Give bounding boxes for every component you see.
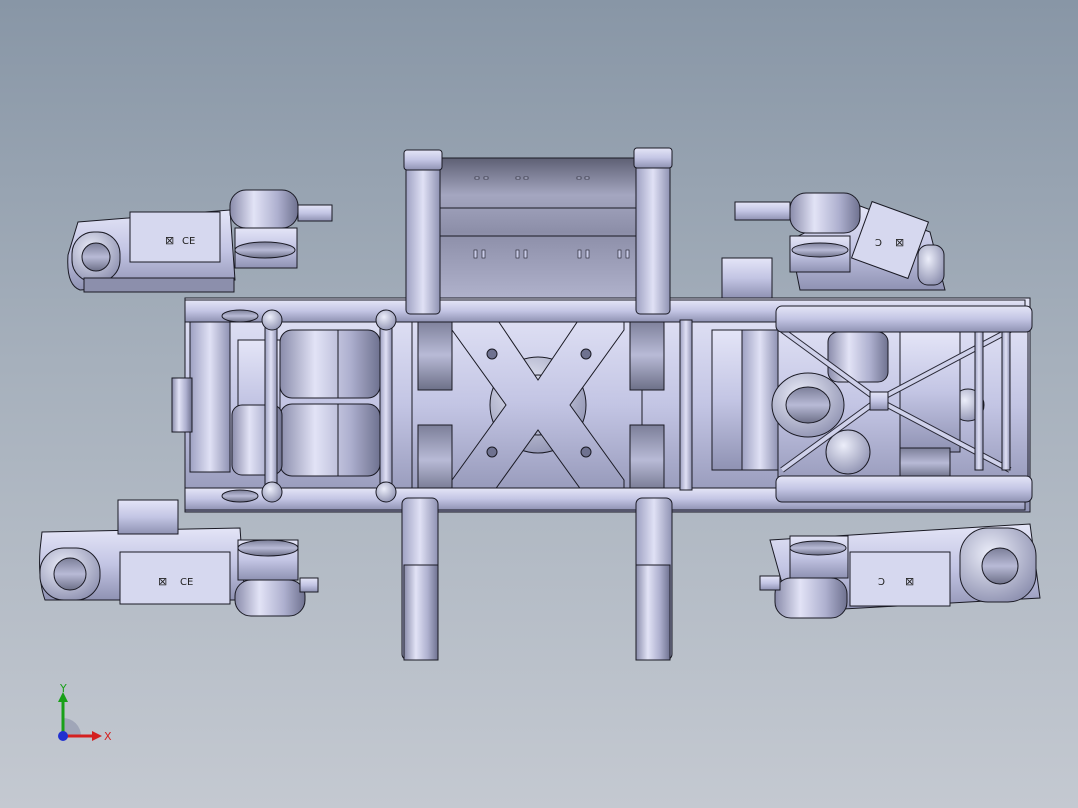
battery-bottom <box>279 403 381 477</box>
svg-text:⊠: ⊠ <box>895 236 904 249</box>
svg-text:⊠: ⊠ <box>158 575 167 588</box>
leg-front-left: ⊠ CE <box>67 189 333 293</box>
svg-text:⊠: ⊠ <box>905 575 914 588</box>
svg-text:Ɔ: Ɔ <box>878 577 885 588</box>
wheel-bottom-right <box>635 497 673 661</box>
servo-ce-mark: CE <box>180 577 193 588</box>
x-axis-label: X <box>104 730 112 743</box>
coordinate-triad: Y X <box>58 682 112 743</box>
svg-text:⊠: ⊠ <box>165 234 174 247</box>
leg-front-right: Ɔ ⊠ <box>721 192 946 299</box>
wheel-bottom-left <box>401 497 439 661</box>
cad-viewport[interactable]: ⊠ CE ⊠ CE Ɔ ⊠ Ɔ ⊠ Y X <box>0 0 1078 808</box>
wheel-top-right <box>633 147 673 315</box>
servo-body <box>129 211 221 263</box>
hip-servo-horn <box>229 189 299 229</box>
wheel-top-left <box>403 149 443 315</box>
battery-top <box>279 329 381 399</box>
svg-text:Ɔ: Ɔ <box>875 238 882 249</box>
robot-chassis-model[interactable]: ⊠ CE ⊠ CE Ɔ ⊠ Ɔ ⊠ <box>0 0 1078 808</box>
leg-rear-right: Ɔ ⊠ <box>759 523 1041 619</box>
z-axis-dot <box>58 731 68 741</box>
leg-rear-left: ⊠ CE <box>39 499 319 617</box>
y-axis-label: Y <box>59 682 67 695</box>
top-panel <box>437 157 639 307</box>
servo-ce-mark: CE <box>182 236 195 247</box>
x-axis-arrowhead <box>92 731 102 741</box>
